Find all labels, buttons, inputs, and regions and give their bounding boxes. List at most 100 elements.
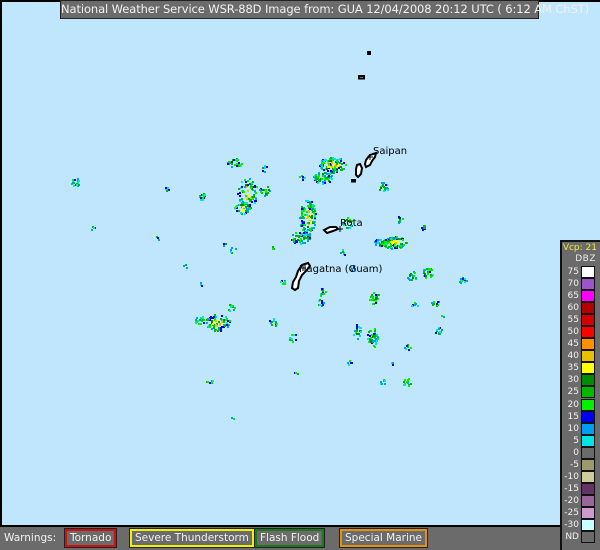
radar-echo-pixel (268, 189, 270, 191)
radar-echo-pixel (426, 268, 428, 270)
radar-echo-pixel (318, 173, 320, 175)
radar-echo-pixel (436, 329, 438, 331)
radar-echo-pixel (202, 197, 204, 199)
radar-echo-pixel (398, 221, 400, 223)
special-marine-warning-button[interactable]: Special Marine (340, 529, 428, 547)
radar-echo-pixel (411, 305, 413, 307)
radar-echo-pixel (223, 245, 225, 247)
radar-echo-pixel (400, 245, 402, 247)
radar-echo-pixel (374, 336, 376, 338)
radar-echo-pixel (214, 318, 216, 320)
legend-row: -15 (562, 482, 600, 495)
radar-echo-pixel (335, 165, 337, 167)
radar-echo-pixel (373, 292, 375, 294)
radar-echo-pixel (213, 327, 215, 329)
radar-echo-pixel (303, 227, 305, 229)
radar-echo-pixel (325, 291, 327, 293)
radar-echo-pixel (332, 157, 334, 159)
radar-echo-pixel (260, 191, 262, 193)
radar-echo-pixel (307, 229, 309, 231)
radar-echo-pixel (371, 334, 373, 336)
radar-echo-pixel (241, 198, 243, 200)
radar-echo-pixel (337, 165, 339, 167)
radar-echo-pixel (245, 195, 247, 197)
radar-echo-pixel (423, 225, 425, 227)
radar-echo-pixel (254, 186, 256, 188)
severe-thunderstorm-warning-button[interactable]: Severe Thunderstorm (130, 529, 254, 547)
radar-echo-pixel (231, 163, 233, 165)
legend-color-swatch (581, 434, 595, 447)
radar-echo-pixel (200, 282, 202, 284)
radar-echo-pixel (273, 320, 275, 322)
radar-echo-pixel (265, 193, 267, 195)
radar-echo-pixel (399, 238, 401, 240)
radar-echo-pixel (310, 230, 312, 232)
legend-color-swatch (581, 386, 595, 399)
radar-echo-pixel (415, 277, 417, 279)
radar-echo-pixel (185, 264, 187, 266)
legend-value-label: -20 (564, 495, 579, 506)
radar-echo-pixel (305, 200, 307, 202)
radar-echo-pixel (343, 162, 345, 164)
radar-echo-pixel (429, 271, 431, 273)
radar-echo-pixel (437, 301, 439, 303)
radar-echo-pixel (249, 178, 251, 180)
radar-echo-pixel (358, 333, 360, 335)
flash-flood-warning-button[interactable]: Flash Flood (255, 529, 325, 547)
radar-echo-pixel (310, 206, 312, 208)
radar-echo-pixel (340, 252, 342, 254)
radar-echo-pixel (307, 226, 309, 228)
legend-color-swatch (581, 482, 595, 495)
legend-value-label: 75 (567, 267, 579, 277)
radar-echo-pixel (383, 186, 385, 188)
radar-echo-pixel (207, 319, 209, 321)
radar-echo-pixel (393, 240, 395, 242)
radar-echo-pixel (240, 212, 242, 214)
radar-echo-pixel (229, 304, 231, 306)
radar-echo-pixel (390, 238, 392, 240)
radar-echo-pixel (157, 237, 159, 239)
radar-echo-pixel (271, 324, 273, 326)
radar-echo-pixel (384, 380, 386, 382)
radar-map[interactable]: Saipan Rota Hagatna (Guam) (0, 0, 600, 527)
radar-echo-pixel (273, 318, 275, 320)
radar-echo-pixel (239, 164, 241, 166)
legend-color-swatch (581, 290, 595, 303)
radar-echo-pixel (331, 175, 333, 177)
legend-value-label: ND (565, 532, 579, 543)
radar-echo-pixel (204, 194, 206, 196)
radar-echo-pixel (427, 271, 429, 273)
radar-echo-pixel (329, 166, 331, 168)
radar-echo-pixel (323, 302, 325, 304)
radar-echo-pixel (321, 300, 323, 302)
radar-echo-pixel (310, 222, 312, 224)
radar-echo-pixel (289, 337, 291, 339)
radar-echo-pixel (271, 321, 273, 323)
radar-echo-pixel (251, 201, 253, 203)
radar-echo-pixel (326, 177, 328, 179)
legend-row: 75 (562, 266, 600, 278)
radar-echo-pixel (266, 166, 268, 168)
legend-color-swatch (581, 458, 595, 471)
legend-value-label: 65 (567, 291, 579, 302)
radar-echo-pixel (330, 157, 332, 159)
radar-echo-pixel (332, 169, 334, 171)
radar-echo-pixel (166, 190, 168, 192)
radar-echo-pixel (369, 335, 371, 337)
radar-echo-pixel (211, 328, 213, 330)
radar-echo-pixel (301, 214, 303, 216)
radar-echo-pixel (323, 162, 325, 164)
radar-echo-pixel (403, 381, 405, 383)
radar-echo-pixel (301, 208, 303, 210)
radar-echo-pixel (339, 158, 341, 160)
radar-echo-pixel (395, 242, 397, 244)
radar-echo-pixel (402, 218, 404, 220)
radar-echo-pixel (409, 275, 411, 277)
radar-echo-pixel (238, 210, 240, 212)
radar-echo-pixel (377, 241, 379, 243)
tornado-warning-button[interactable]: Tornado (65, 529, 117, 547)
radar-echo-pixel (275, 322, 277, 324)
radar-echo-pixel (225, 243, 227, 245)
legend-color-swatch (581, 506, 595, 519)
radar-echo-pixel (230, 249, 232, 251)
